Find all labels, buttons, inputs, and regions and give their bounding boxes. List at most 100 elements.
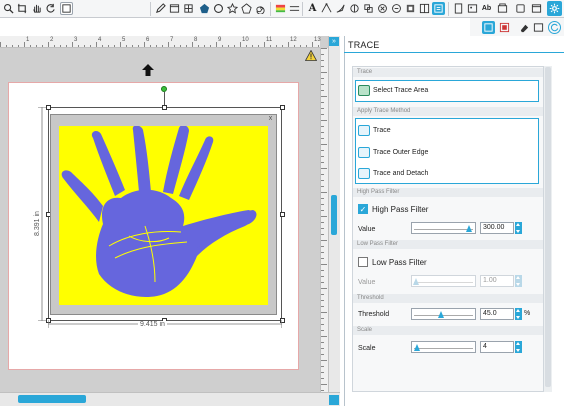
trace-icon[interactable]: [432, 2, 445, 15]
font-icon[interactable]: Ab: [480, 2, 493, 15]
canvas-vertical-scroll-thumb[interactable]: [331, 195, 337, 235]
scroll-corner-button[interactable]: [329, 395, 339, 405]
ruler-tick: [276, 45, 277, 47]
polygon-icon[interactable]: [198, 2, 211, 15]
trace-outer-edge-option[interactable]: Trace Outer Edge: [358, 147, 428, 158]
scale-slider[interactable]: [411, 341, 476, 353]
text-box-icon[interactable]: [168, 2, 181, 15]
ruler-number: 9: [218, 37, 222, 43]
section-header-high-pass: High Pass Filter: [353, 188, 543, 197]
scale-slider-thumb[interactable]: [414, 344, 421, 351]
arrow-up-icon[interactable]: [141, 63, 155, 77]
canvas-horizontal-scroll-thumb[interactable]: [18, 395, 86, 403]
trace-panel-icon[interactable]: [482, 21, 495, 34]
image-close-icon[interactable]: x: [266, 114, 275, 123]
pan-icon[interactable]: [30, 2, 43, 15]
high-pass-checkbox[interactable]: ✓: [358, 204, 368, 214]
ruler-tick: [174, 45, 175, 47]
resize-handle-top-right[interactable]: [280, 105, 285, 110]
panel-collapse-button[interactable]: »: [329, 37, 339, 46]
crop-icon[interactable]: [16, 2, 29, 15]
ruler-tick: [30, 45, 31, 47]
modify-icon[interactable]: [348, 2, 361, 15]
low-pass-slider[interactable]: [411, 275, 476, 287]
gear-icon[interactable]: [547, 1, 562, 16]
send-icon[interactable]: [514, 2, 527, 15]
high-pass-spinner[interactable]: [515, 222, 522, 234]
ruler-tick: [321, 264, 327, 265]
ruler-tick: [228, 45, 229, 47]
ruler-tick: [321, 282, 324, 283]
ruler-tick: [321, 252, 324, 253]
traced-image[interactable]: [59, 125, 268, 305]
knife-icon[interactable]: [334, 2, 347, 15]
layout-icon[interactable]: [418, 2, 431, 15]
low-pass-value-input[interactable]: 1.00: [480, 275, 514, 287]
refresh-icon[interactable]: [548, 21, 561, 34]
ruler-tick: [321, 102, 324, 103]
trace-and-detach-label: Trace and Detach: [373, 170, 429, 177]
trace-option[interactable]: Trace: [358, 125, 391, 136]
gradient-icon[interactable]: [274, 2, 287, 15]
scale-value-input[interactable]: 4: [480, 341, 514, 353]
rotate-icon[interactable]: [44, 2, 57, 15]
scale-spinner[interactable]: [515, 341, 522, 353]
window-icon[interactable]: [530, 2, 543, 15]
threshold-slider-thumb[interactable]: [437, 311, 444, 318]
low-pass-slider-thumb[interactable]: [413, 278, 419, 285]
threshold-spinner[interactable]: [515, 308, 522, 320]
resize-handle-right[interactable]: [280, 212, 285, 217]
circle-icon[interactable]: [212, 2, 225, 15]
low-pass-checkbox[interactable]: [358, 257, 368, 267]
pixscan-icon[interactable]: [498, 21, 511, 34]
warning-icon[interactable]: [305, 50, 317, 61]
eraser-icon[interactable]: [518, 21, 531, 34]
threshold-label: Threshold: [358, 311, 390, 318]
high-pass-slider[interactable]: [411, 222, 476, 234]
low-pass-spinner[interactable]: [515, 275, 522, 287]
ruler-tick: [321, 234, 324, 235]
high-pass-slider-thumb[interactable]: [466, 225, 473, 232]
select-area-icon: [358, 85, 370, 96]
pentagon-icon[interactable]: [240, 2, 253, 15]
ruler-tick: [48, 42, 49, 47]
threshold-value-input[interactable]: 45.0: [480, 308, 514, 320]
settings-panel-icon[interactable]: [532, 21, 545, 34]
page-setup-icon[interactable]: [452, 2, 465, 15]
ruler-tick: [321, 258, 324, 259]
offset-icon[interactable]: [362, 2, 375, 15]
high-pass-value-input[interactable]: 300.00: [480, 222, 514, 234]
ruler-tick: [321, 132, 324, 133]
spiral-icon[interactable]: [254, 2, 267, 15]
library-icon[interactable]: [466, 2, 479, 15]
ruler-tick: [54, 45, 55, 47]
pencil-icon[interactable]: [154, 2, 167, 15]
select-trace-area-row[interactable]: Select Trace Area: [358, 85, 428, 96]
panel-scroll-thumb[interactable]: [545, 67, 551, 387]
ruler-tick: [321, 126, 324, 127]
scale-label: Scale: [358, 345, 376, 352]
ruler-tick: [18, 45, 19, 47]
replicate-icon[interactable]: [390, 2, 403, 15]
fill-icon[interactable]: [404, 2, 417, 15]
ruler-tick: [321, 336, 327, 337]
resize-handle-top-left[interactable]: [46, 105, 51, 110]
line-icon[interactable]: [288, 2, 301, 15]
text-tool-icon[interactable]: A: [306, 2, 319, 15]
align-icon[interactable]: [376, 2, 389, 15]
threshold-slider[interactable]: [411, 308, 476, 320]
grid-icon[interactable]: [182, 2, 195, 15]
store-icon[interactable]: [496, 2, 509, 15]
ruler-tick: [42, 45, 43, 47]
ruler-number: 5: [122, 37, 126, 43]
layers-icon[interactable]: [60, 2, 73, 15]
node-icon[interactable]: [320, 2, 333, 15]
zoom-icon[interactable]: [2, 2, 15, 15]
ruler-tick: [321, 192, 327, 193]
ruler-tick: [321, 204, 324, 205]
trace-and-detach-option[interactable]: Trace and Detach: [358, 168, 428, 179]
panel-title: TRACE: [348, 40, 380, 50]
ruler-tick: [300, 45, 301, 47]
star-icon[interactable]: [226, 2, 239, 15]
resize-handle-top[interactable]: [162, 105, 167, 110]
